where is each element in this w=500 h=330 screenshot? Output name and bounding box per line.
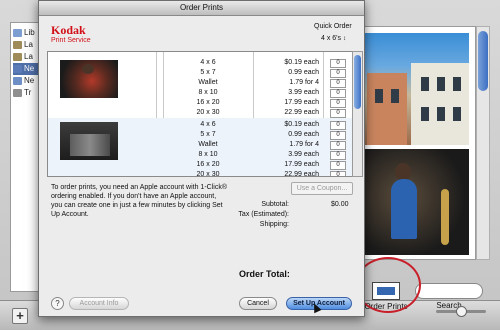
tax-label: Tax (Estimated): <box>238 211 289 218</box>
print-item-photo-1: 4 x 6 $0.19 each 0 5 x 7 0.99 each 0 Wallet 1.7… <box>48 56 352 120</box>
quantity-field[interactable]: 0 <box>330 59 346 68</box>
print-size: 8 x 10 <box>198 151 218 158</box>
print-order-list: 4 x 6 $0.19 each 0 5 x 7 0.99 each 0 Wallet 1.7… <box>47 51 353 177</box>
print-price: 0.99 each <box>288 69 319 76</box>
dialog-title: Order Prints <box>39 1 364 16</box>
quantity-field[interactable]: 0 <box>330 141 346 150</box>
quick-order-label: Quick Order <box>314 23 352 30</box>
print-item-photo-2: 4 x 6 $0.19 each 0 5 x 7 0.99 each 0 Wallet 1.7… <box>48 118 352 177</box>
source-item-label: Lib <box>24 28 35 37</box>
quantity-field[interactable]: 0 <box>330 79 346 88</box>
print-price: 0.99 each <box>288 131 319 138</box>
print-price: 17.99 each <box>284 99 319 106</box>
print-price: 22.99 each <box>284 109 319 116</box>
search-input[interactable] <box>415 283 483 299</box>
quantity-field[interactable]: 0 <box>330 89 346 98</box>
quantity-field[interactable]: 0 <box>330 69 346 78</box>
source-item-label: Ne <box>24 64 35 73</box>
photo-viewer[interactable] <box>356 26 476 260</box>
order-list-scrollbar[interactable] <box>352 51 363 177</box>
chevron-updown-icon: ↕ <box>343 36 347 42</box>
subtotal-value: $0.00 <box>331 201 349 208</box>
print-size: 20 x 30 <box>196 109 220 116</box>
quick-order-popup[interactable]: 4 x 6's ↕ <box>321 35 346 42</box>
quantity-field[interactable]: 0 <box>330 99 346 108</box>
source-item-label: La <box>24 40 33 49</box>
source-item-label: Ne <box>24 76 35 85</box>
account-info-button[interactable]: Account Info <box>69 297 129 310</box>
quantity-field[interactable]: 0 <box>330 121 346 130</box>
print-size: 20 x 30 <box>196 171 220 177</box>
quantity-field[interactable]: 0 <box>330 109 346 118</box>
print-size: 5 x 7 <box>200 131 216 138</box>
order-prints-dialog: Order Prints Kodak Print Service Quick O… <box>38 0 365 317</box>
print-thumbnail <box>60 122 118 160</box>
album-icon <box>13 64 22 73</box>
album-icon <box>13 40 22 49</box>
print-size: 16 x 20 <box>196 161 220 168</box>
source-item-label: Tr <box>24 88 32 97</box>
print-price: 3.99 each <box>288 89 319 96</box>
print-thumbnail <box>60 60 118 98</box>
add-album-button[interactable]: + <box>12 308 28 324</box>
print-price: 1.79 for 4 <box>289 79 319 86</box>
print-size: 4 x 6 <box>200 121 216 128</box>
viewer-scrollbar[interactable] <box>476 26 490 260</box>
source-item-label: La <box>24 52 33 61</box>
album-icon <box>13 88 22 97</box>
use-coupon-button[interactable]: Use a Coupon... <box>291 182 353 195</box>
print-price: $0.19 each <box>284 121 319 128</box>
quantity-field[interactable]: 0 <box>330 171 346 176</box>
subtotal-label: Subtotal: <box>261 201 289 208</box>
print-size: Wallet <box>198 79 218 86</box>
zoom-slider-knob[interactable] <box>456 306 467 317</box>
account-info-text: To order prints, you need an Apple accou… <box>51 184 227 218</box>
search-label: Search <box>436 301 462 310</box>
print-size: 8 x 10 <box>198 89 218 96</box>
quantity-field[interactable]: 0 <box>330 161 346 170</box>
shipping-label: Shipping: <box>259 221 289 228</box>
photo-thumbnail-street[interactable] <box>361 33 469 145</box>
photo-thumbnail-musician[interactable] <box>361 149 469 255</box>
help-button[interactable]: ? <box>51 297 64 310</box>
print-price: 3.99 each <box>288 151 319 158</box>
print-price: 17.99 each <box>284 161 319 168</box>
album-icon <box>13 76 22 85</box>
quick-order-value: 4 x 6's <box>321 35 342 42</box>
print-price: 1.79 for 4 <box>289 141 319 148</box>
search-tool[interactable]: Search <box>414 283 484 310</box>
print-size: 16 x 20 <box>196 99 220 106</box>
kodak-logo: Kodak <box>51 23 86 37</box>
print-price: $0.19 each <box>284 59 319 66</box>
order-total-label: Order Total: <box>239 269 290 279</box>
quantity-field[interactable]: 0 <box>330 131 346 140</box>
album-icon <box>13 28 22 37</box>
album-icon <box>13 52 22 61</box>
print-size: Wallet <box>198 141 218 148</box>
print-size: 4 x 6 <box>200 59 216 66</box>
print-size: 5 x 7 <box>200 69 216 76</box>
print-price: 22.99 each <box>284 171 319 177</box>
quantity-field[interactable]: 0 <box>330 151 346 160</box>
cancel-button[interactable]: Cancel <box>239 297 277 310</box>
kodak-subtitle: Print Service <box>51 37 91 44</box>
